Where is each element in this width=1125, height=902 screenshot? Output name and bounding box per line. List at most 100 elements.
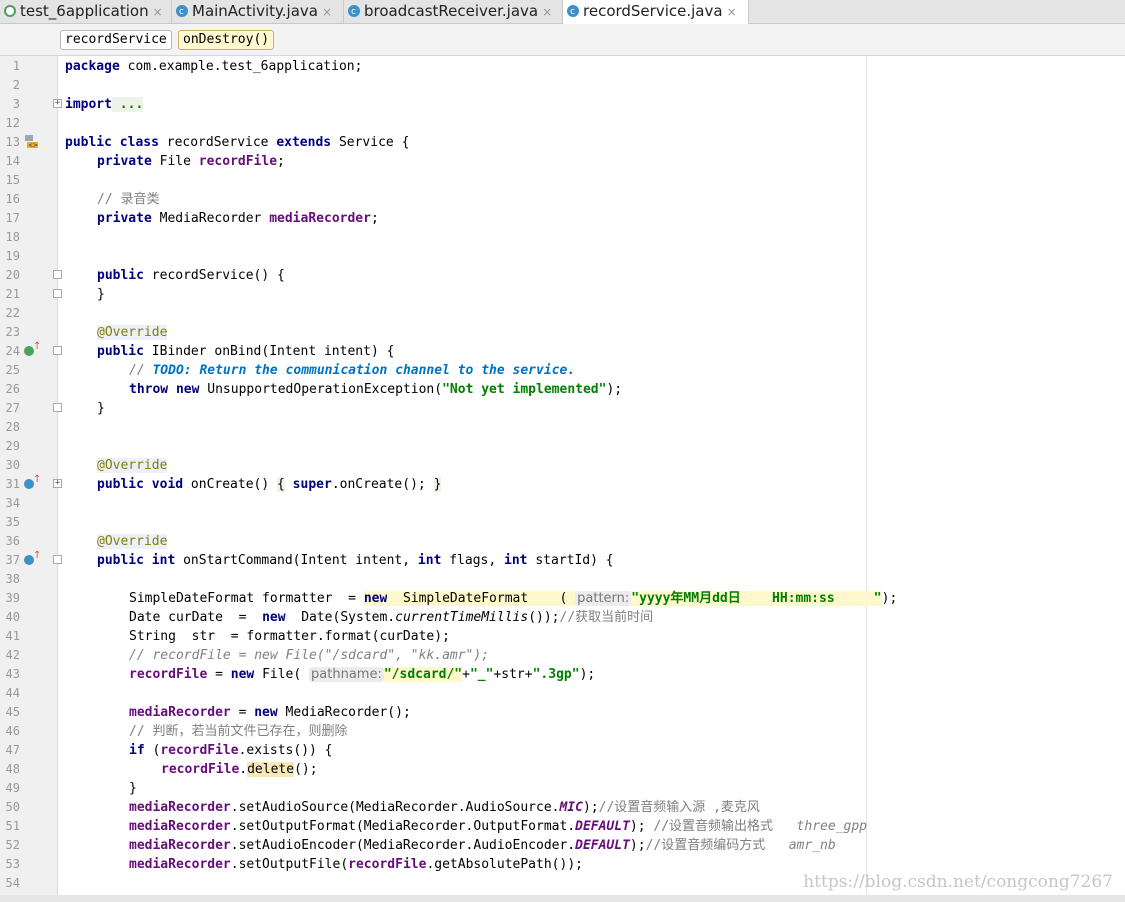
code-token: onStartCommand(Intent intent, [175, 553, 418, 568]
code-line-14[interactable]: private File recordFile; [97, 152, 285, 171]
line-number: 34 [5, 496, 20, 510]
code-token: . [239, 762, 248, 777]
code-token: recordFile [129, 667, 208, 682]
code-line-3[interactable]: import ... [65, 95, 144, 114]
fold-expand-icon[interactable]: + [53, 99, 62, 108]
line-number: 26 [5, 382, 20, 396]
line-number: 15 [5, 173, 20, 187]
implements-method-icon[interactable] [24, 341, 41, 356]
fold-collapse-icon[interactable] [53, 346, 62, 355]
code-line-30[interactable]: @Override [97, 456, 168, 475]
folded-brace[interactable]: { [277, 477, 285, 492]
override-method-icon[interactable] [24, 474, 41, 489]
close-icon[interactable]: × [153, 5, 163, 19]
code-line-52[interactable]: mediaRecorder.setAudioEncoder(MediaRecor… [129, 836, 836, 855]
line-number: 14 [5, 154, 20, 168]
close-icon[interactable]: × [727, 5, 737, 19]
code-line-45[interactable]: mediaRecorder = new MediaRecorder(); [129, 703, 411, 722]
code-line-27[interactable]: } [97, 399, 105, 418]
line-number: 46 [5, 724, 20, 738]
folded-brace[interactable]: } [433, 477, 442, 492]
horizontal-scrollbar[interactable] [0, 895, 1125, 902]
code-line-39[interactable]: SimpleDateFormat formatter = new SimpleD… [129, 589, 897, 608]
code-line-40[interactable]: Date curDate = new Date(System.currentTi… [129, 608, 653, 627]
code-line-46[interactable]: // 判断，若当前文件已存在，则删除 [129, 722, 347, 741]
watermark: https://blog.csdn.net/congcong7267 [803, 872, 1113, 892]
tab-test-6application[interactable]: test_6application × [0, 0, 172, 24]
tab-mainactivity[interactable]: MainActivity.java × [172, 0, 344, 24]
code-token: .setAudioEncoder(MediaRecorder.AudioEnco… [230, 838, 576, 853]
code-line-23[interactable]: @Override [97, 323, 168, 342]
folded-import[interactable]: ... [111, 97, 144, 112]
param-hint: pattern: [575, 591, 632, 606]
line-number: 44 [5, 686, 20, 700]
code-comment: //设置音频输入源 ,麦克风 [598, 800, 760, 815]
code-line-37[interactable]: public int onStartCommand(Intent intent,… [97, 551, 614, 570]
tab-broadcastreceiver[interactable]: broadcastReceiver.java× [344, 0, 563, 24]
code-line-36[interactable]: @Override [97, 532, 168, 551]
line-number: 51 [5, 819, 20, 833]
code-line-50[interactable]: mediaRecorder.setAudioSource(MediaRecord… [129, 798, 760, 817]
code-token: recordFile [161, 762, 240, 777]
code-token: mediaRecorder [129, 819, 231, 834]
code-token: if [129, 743, 145, 758]
close-icon[interactable]: × [542, 5, 552, 19]
code-token: ); [881, 591, 898, 606]
fold-end-icon[interactable] [53, 289, 62, 298]
code-token: Date(System. [285, 610, 396, 625]
line-number: 24 [5, 344, 20, 358]
override-method-icon[interactable] [24, 550, 41, 565]
code-token: recordFile [348, 857, 427, 872]
fold-end-icon[interactable] [53, 403, 62, 412]
line-number: 16 [5, 192, 20, 206]
line-number: 13 [5, 135, 20, 149]
code-line-17[interactable]: private MediaRecorder mediaRecorder; [97, 209, 379, 228]
line-number: 3 [12, 97, 20, 111]
tab-recordservice[interactable]: recordService.java × [563, 0, 749, 25]
deprecated-call-highlight: delete [247, 762, 295, 777]
override-marker-icon[interactable]: <> [24, 133, 40, 149]
code-line-26[interactable]: throw new UnsupportedOperationException(… [129, 380, 622, 399]
code-token: public int [97, 553, 176, 568]
code-line-21[interactable]: } [97, 285, 105, 304]
code-token: Service { [331, 135, 410, 150]
code-comment: //设置音频编码方式 [645, 838, 766, 853]
line-number: 2 [12, 78, 20, 92]
code-line-43[interactable]: recordFile = new File( pathname: "/sdcard… [129, 665, 595, 684]
code-token: File( [254, 667, 310, 682]
code-line-49[interactable]: } [129, 779, 137, 798]
close-icon[interactable]: × [322, 5, 332, 19]
code-line-42[interactable]: // recordFile = new File("/sdcard", "kk.… [129, 646, 489, 665]
breadcrumb-method[interactable]: onDestroy() [178, 30, 275, 50]
code-line-31[interactable]: public void onCreate() { super.onCreate(… [97, 475, 442, 494]
code-line-25[interactable]: // TODO: Return the communication channe… [129, 361, 575, 380]
breadcrumb: recordService onDestroy() [0, 24, 1125, 56]
code-line-24[interactable]: public IBinder onBind(Intent intent) { [97, 342, 394, 361]
code-comment: //获取当前时间 [559, 610, 654, 625]
breadcrumb-class[interactable]: recordService [60, 30, 172, 50]
inline-hint: three_gpp [773, 819, 867, 834]
code-token: ); [629, 838, 646, 853]
line-number: 50 [5, 800, 20, 814]
code-token: .setAudioSource(MediaRecorder.AudioSourc… [230, 800, 560, 815]
fold-expand-icon[interactable]: + [53, 479, 62, 488]
code-line-13[interactable]: public class recordService extends Servi… [65, 133, 409, 152]
code-token: "Not yet implemented" [442, 382, 607, 397]
code-line-20[interactable]: public recordService() { [97, 266, 285, 285]
line-number: 42 [5, 648, 20, 662]
fold-collapse-icon[interactable] [53, 555, 62, 564]
code-line-53[interactable]: mediaRecorder.setOutputFile(recordFile.g… [129, 855, 583, 874]
code-line-48[interactable]: recordFile.delete(); [161, 760, 318, 779]
code-token: public [97, 344, 144, 359]
fold-collapse-icon[interactable] [53, 270, 62, 279]
code-line-51[interactable]: mediaRecorder.setOutputFormat(MediaRecor… [129, 817, 867, 836]
code-line-1[interactable]: package com.example.test_6application; [65, 57, 362, 76]
code-line-47[interactable]: if (recordFile.exists()) { [129, 741, 333, 760]
code-line-16[interactable]: // 录音类 [97, 190, 159, 209]
code-line-41[interactable]: String str = formatter.format(curDate); [129, 627, 450, 646]
line-number: 29 [5, 439, 20, 453]
line-number: 18 [5, 230, 20, 244]
code-token: MediaRecorder [151, 211, 270, 226]
line-number: 31 [5, 477, 20, 491]
